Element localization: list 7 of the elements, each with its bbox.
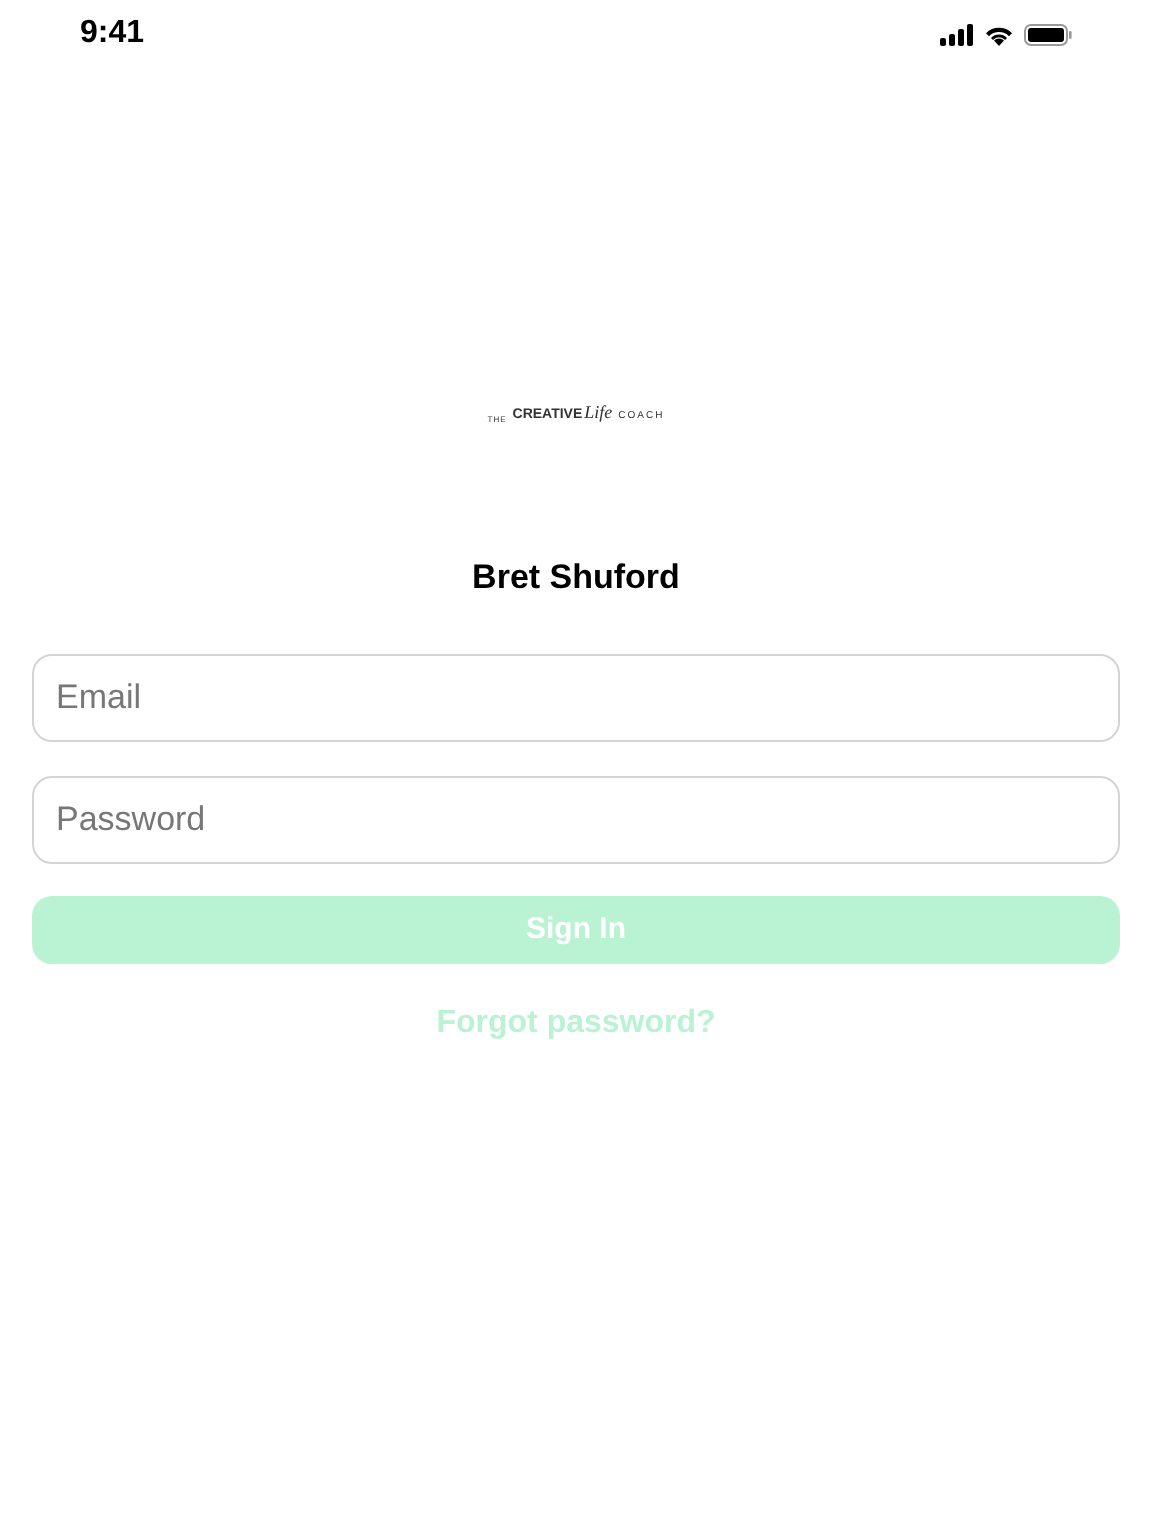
wifi-icon [984,23,1014,45]
status-time: 9:41 [80,14,145,54]
input-field[interactable]: Email [32,654,1120,742]
coach-name: Bret Shuford [472,555,680,599]
input-field[interactable]: Password [32,776,1120,864]
signal-icon [940,23,974,45]
battery-icon [1024,23,1072,45]
